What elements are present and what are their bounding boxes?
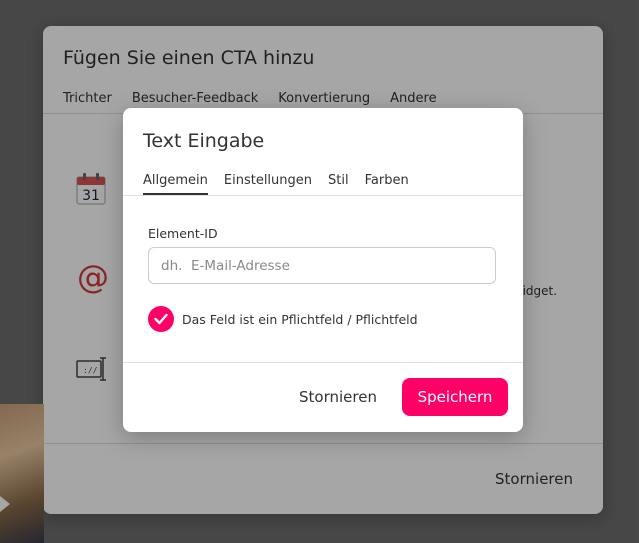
divider: [123, 362, 523, 363]
tab-farben[interactable]: Farben: [365, 173, 409, 195]
checkmark-icon: [154, 313, 168, 325]
svg-text:://: ://: [83, 366, 98, 375]
background-cancel-button[interactable]: Stornieren: [495, 470, 573, 488]
dialog-title: Text Eingabe: [143, 130, 265, 152]
play-icon[interactable]: [0, 496, 10, 512]
tab-konvertierung[interactable]: Konvertierung: [278, 91, 370, 106]
calendar-icon[interactable]: 31: [76, 173, 106, 209]
video-thumbnail[interactable]: [0, 404, 44, 543]
element-id-label: Element-ID: [148, 226, 218, 241]
tab-besucher-feedback[interactable]: Besucher-Feedback: [132, 91, 258, 106]
required-checkbox[interactable]: [148, 306, 174, 332]
required-checkbox-row[interactable]: Das Feld ist ein Pflichtfeld / Pflichtfe…: [148, 306, 418, 332]
text-input-icon[interactable]: ://: [76, 356, 108, 386]
cancel-button[interactable]: Stornieren: [299, 388, 377, 406]
required-checkbox-label: Das Feld ist ein Pflichtfeld / Pflichtfe…: [182, 311, 418, 327]
background-dialog-title: Fügen Sie einen CTA hinzu: [63, 47, 315, 69]
dialog-tabs: Allgemein Einstellungen Stil Farben: [143, 173, 409, 195]
tab-trichter[interactable]: Trichter: [63, 91, 112, 106]
at-sign-icon[interactable]: @: [76, 258, 110, 298]
svg-text:31: 31: [82, 188, 100, 204]
divider: [123, 195, 523, 196]
save-button[interactable]: Speichern: [402, 378, 508, 416]
svg-text:@: @: [77, 260, 109, 294]
tab-allgemein[interactable]: Allgemein: [143, 173, 208, 195]
text-input-dialog: Text Eingabe Allgemein Einstellungen Sti…: [123, 108, 523, 432]
tab-andere[interactable]: Andere: [390, 91, 436, 106]
element-id-input[interactable]: [148, 247, 496, 284]
tab-stil[interactable]: Stil: [328, 173, 349, 195]
background-tabs: Trichter Besucher-Feedback Konvertierung…: [63, 91, 437, 106]
tab-einstellungen[interactable]: Einstellungen: [224, 173, 312, 195]
divider: [43, 443, 603, 444]
